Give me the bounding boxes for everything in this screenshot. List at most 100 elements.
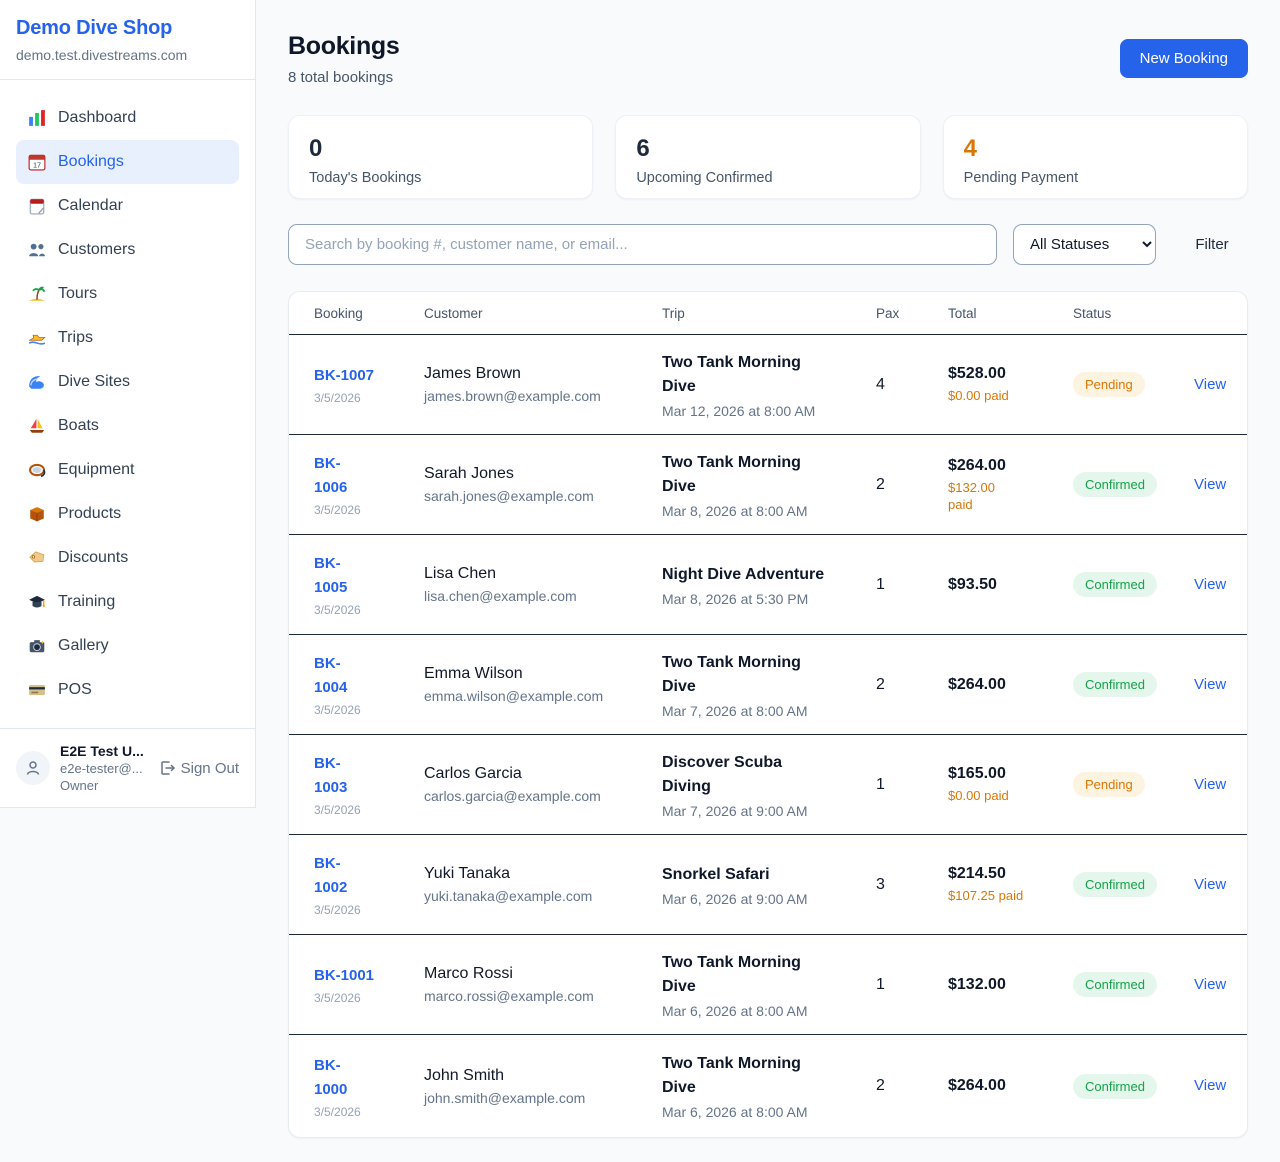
sidebar-item-equipment[interactable]: Equipment — [16, 448, 239, 492]
sidebar-item-label: Gallery — [58, 637, 109, 655]
status-filter-select[interactable]: All Statuses — [1013, 224, 1156, 265]
total-cell: $264.00 $132.00 paid — [948, 457, 1073, 513]
actions-cell: View — [1194, 376, 1247, 394]
table-row: BK-1001 3/5/2026 Marco Rossi marco.rossi… — [289, 935, 1247, 1035]
view-link[interactable]: View — [1194, 1077, 1226, 1094]
total-amount: $528.00 — [948, 365, 1073, 383]
booking-cell: BK- 1003 3/5/2026 — [289, 752, 424, 817]
page-title-block: Bookings 8 total bookings — [288, 32, 400, 86]
new-booking-button[interactable]: New Booking — [1120, 39, 1248, 78]
bookings-table: Booking Customer Trip Pax Total Status B… — [288, 291, 1248, 1138]
view-link[interactable]: View — [1194, 676, 1226, 693]
sidebar-item-label: Products — [58, 505, 121, 523]
sidebar-item-boats[interactable]: Boats — [16, 404, 239, 448]
sidebar-item-training[interactable]: Training — [16, 580, 239, 624]
booking-date: 3/5/2026 — [314, 803, 424, 817]
total-amount: $264.00 — [948, 1077, 1073, 1095]
shop-domain: demo.test.divestreams.com — [16, 47, 239, 63]
view-link[interactable]: View — [1194, 476, 1226, 493]
customer-email: james.brown@example.com — [424, 388, 662, 404]
user-name: E2E Test U... — [60, 743, 149, 759]
sidebar-item-label: Tours — [58, 285, 97, 303]
booking-date: 3/5/2026 — [314, 391, 424, 405]
trip-name: Discover Scuba Diving — [662, 751, 876, 799]
pax-value: 2 — [876, 476, 948, 494]
sidebar-item-label: Dashboard — [58, 109, 136, 127]
view-link[interactable]: View — [1194, 976, 1226, 993]
column-header-customer: Customer — [424, 306, 662, 321]
customer-cell: Emma Wilson emma.wilson@example.com — [424, 665, 662, 704]
sidebar-item-label: POS — [58, 681, 92, 699]
booking-id-link[interactable]: BK- 1000 — [314, 1054, 424, 1102]
trip-name: Two Tank Morning Dive — [662, 1052, 876, 1100]
table-row: BK- 1006 3/5/2026 Sarah Jones sarah.jone… — [289, 435, 1247, 535]
sidebar-item-tours[interactable]: Tours — [16, 272, 239, 316]
booking-id-link[interactable]: BK-1007 — [314, 364, 424, 388]
camera-icon — [28, 637, 46, 655]
total-amount: $264.00 — [948, 676, 1073, 694]
customer-email: emma.wilson@example.com — [424, 688, 662, 704]
sidebar-item-calendar[interactable]: Calendar — [16, 184, 239, 228]
customer-name: Sarah Jones — [424, 465, 662, 483]
table-header-row: Booking Customer Trip Pax Total Status — [289, 292, 1247, 335]
actions-cell: View — [1194, 776, 1247, 794]
booking-id-link[interactable]: BK- 1004 — [314, 652, 424, 700]
booking-cell: BK- 1005 3/5/2026 — [289, 552, 424, 617]
paid-amount: $132.00 paid — [948, 479, 1073, 513]
customer-cell: Yuki Tanaka yuki.tanaka@example.com — [424, 865, 662, 904]
customer-email: lisa.chen@example.com — [424, 588, 662, 604]
customer-email: carlos.garcia@example.com — [424, 788, 662, 804]
sidebar-item-bookings[interactable]: 17 Bookings — [16, 140, 239, 184]
booking-date: 3/5/2026 — [314, 603, 424, 617]
actions-cell: View — [1194, 476, 1247, 494]
sidebar-item-label: Boats — [58, 417, 99, 435]
trip-datetime: Mar 12, 2026 at 8:00 AM — [662, 403, 876, 419]
sidebar-item-gallery[interactable]: Gallery — [16, 624, 239, 668]
view-link[interactable]: View — [1194, 576, 1226, 593]
stat-label: Upcoming Confirmed — [636, 170, 899, 186]
sidebar-item-dashboard[interactable]: Dashboard — [16, 96, 239, 140]
view-link[interactable]: View — [1194, 876, 1226, 893]
filter-button[interactable]: Filter — [1176, 236, 1248, 253]
tear-calendar-icon — [28, 197, 46, 215]
trip-cell: Snorkel Safari Mar 6, 2026 at 9:00 AM — [662, 863, 876, 907]
pax-value: 4 — [876, 376, 948, 394]
sidebar-item-customers[interactable]: Customers — [16, 228, 239, 272]
search-input[interactable] — [288, 224, 997, 265]
stat-card: 4 Pending Payment — [943, 115, 1248, 199]
sidebar-item-label: Discounts — [58, 549, 128, 567]
trip-name: Two Tank Morning Dive — [662, 651, 876, 699]
booking-cell: BK-1001 3/5/2026 — [289, 964, 424, 1005]
total-cell: $93.50 — [948, 576, 1073, 594]
customer-name: Carlos Garcia — [424, 765, 662, 783]
booking-id-link[interactable]: BK- 1006 — [314, 452, 424, 500]
sidebar-item-label: Dive Sites — [58, 373, 130, 391]
shop-brand: Demo Dive Shop demo.test.divestreams.com — [0, 0, 255, 80]
shop-name: Demo Dive Shop — [16, 17, 239, 40]
trip-name: Night Dive Adventure — [662, 563, 876, 587]
booking-date: 3/5/2026 — [314, 503, 424, 517]
booking-id-link[interactable]: BK- 1003 — [314, 752, 424, 800]
sidebar-item-pos[interactable]: POS — [16, 668, 239, 712]
stats-cards: 0 Today's Bookings 6 Upcoming Confirmed … — [288, 115, 1248, 199]
booking-id-link[interactable]: BK-1001 — [314, 964, 424, 988]
trip-datetime: Mar 6, 2026 at 8:00 AM — [662, 1003, 876, 1019]
sidebar-item-trips[interactable]: Trips — [16, 316, 239, 360]
view-link[interactable]: View — [1194, 776, 1226, 793]
pax-value: 2 — [876, 676, 948, 694]
dive-mask-icon — [28, 461, 46, 479]
total-cell: $528.00 $0.00 paid — [948, 365, 1073, 404]
page-title: Bookings — [288, 32, 400, 61]
trip-name: Snorkel Safari — [662, 863, 876, 887]
table-row: BK- 1000 3/5/2026 John Smith john.smith@… — [289, 1035, 1247, 1137]
view-link[interactable]: View — [1194, 376, 1226, 393]
sidebar-item-discounts[interactable]: Discounts — [16, 536, 239, 580]
booking-id-link[interactable]: BK- 1005 — [314, 552, 424, 600]
booking-id-link[interactable]: BK- 1002 — [314, 852, 424, 900]
stat-card: 0 Today's Bookings — [288, 115, 593, 199]
sign-out-button[interactable]: Sign Out — [159, 760, 239, 777]
sidebar-item-products[interactable]: Products — [16, 492, 239, 536]
total-cell: $264.00 — [948, 1077, 1073, 1095]
actions-cell: View — [1194, 1077, 1247, 1095]
sidebar-item-dive-sites[interactable]: Dive Sites — [16, 360, 239, 404]
